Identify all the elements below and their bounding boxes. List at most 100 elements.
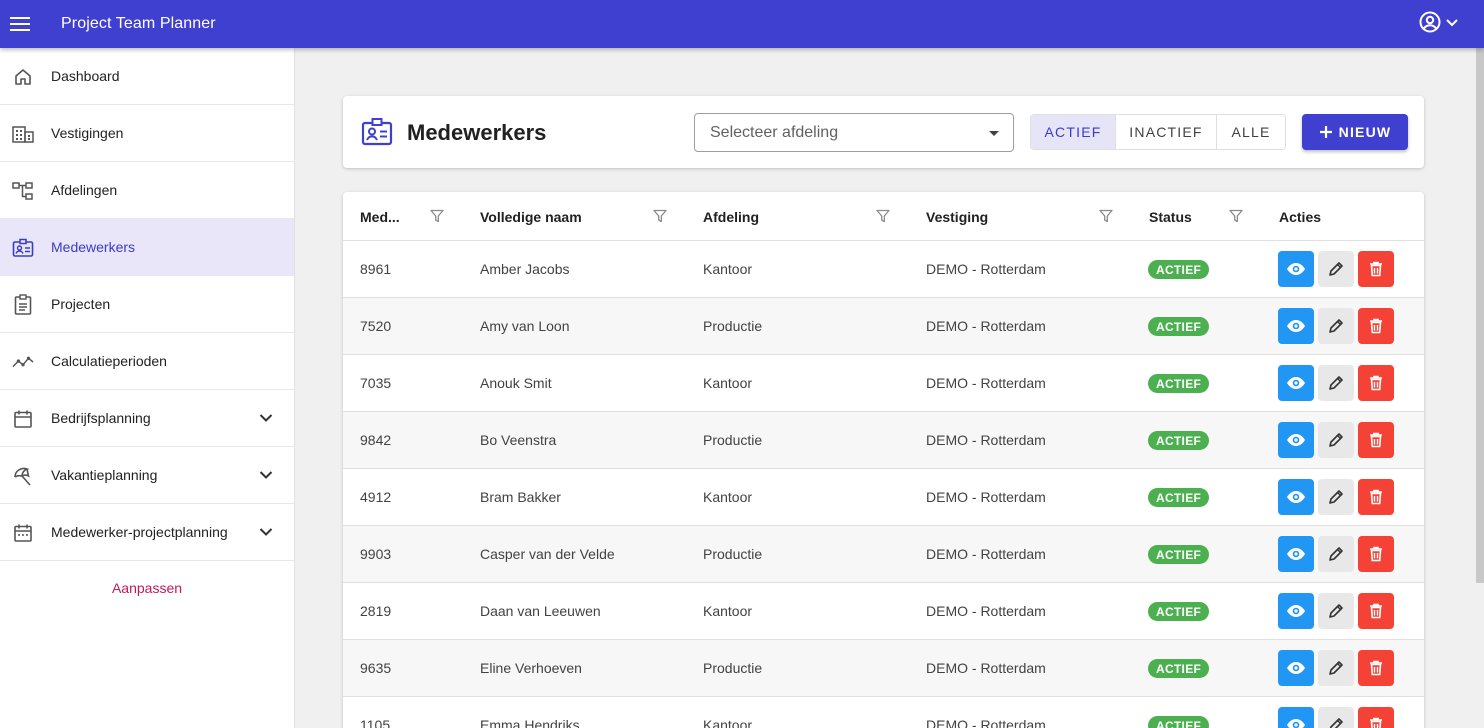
filter-actief-button[interactable]: ACTIEF (1031, 115, 1116, 149)
hamburger-menu-icon (10, 17, 30, 31)
edit-button[interactable] (1318, 365, 1354, 401)
table-row[interactable]: 7035 Anouk Smit Kantoor DEMO - Rotterdam ACT… (343, 355, 1424, 412)
sidebar-item-medewerkers[interactable]: Medewerkers (0, 219, 294, 276)
edit-button[interactable] (1318, 536, 1354, 572)
filter-icon[interactable] (1229, 209, 1243, 223)
delete-button[interactable] (1358, 536, 1394, 572)
pencil-icon (1329, 490, 1343, 504)
sidebar-item-projecten[interactable]: Projecten (0, 276, 294, 333)
app-bar: Project Team Planner (0, 0, 1484, 48)
table-row[interactable]: 2819 Daan van Leeuwen Kantoor DEMO - Rotter… (343, 583, 1424, 640)
view-button[interactable] (1278, 365, 1314, 401)
sidebar-item-afdelingen[interactable]: Afdelingen (0, 162, 294, 219)
menu-button[interactable] (0, 0, 40, 48)
cell-id: 4912 (360, 489, 392, 505)
sidebar-item-vestigingen[interactable]: Vestigingen (0, 105, 294, 162)
sidebar-item-label: Medewerkers (51, 239, 136, 255)
delete-button[interactable] (1358, 479, 1394, 515)
cell-department: Kantoor (703, 261, 753, 277)
eye-icon (1287, 320, 1305, 332)
new-button-label: NIEUW (1338, 124, 1392, 140)
new-employee-button[interactable]: NIEUW (1302, 114, 1408, 150)
table-row[interactable]: 7520 Amy van Loon Productie DEMO - Rotterda… (343, 298, 1424, 355)
edit-button[interactable] (1318, 422, 1354, 458)
column-header-actions: Acties (1279, 209, 1322, 225)
chevron-down-icon[interactable] (258, 410, 274, 426)
view-button[interactable] (1278, 536, 1314, 572)
table-row[interactable]: 1105 Emma Hendriks Kantoor DEMO - Rotterdam… (343, 697, 1424, 728)
id-badge-icon (12, 237, 34, 259)
trash-icon (1370, 489, 1382, 505)
department-select[interactable]: Selecteer afdeling (694, 113, 1014, 152)
delete-button[interactable] (1358, 593, 1394, 629)
employees-table: Med... Volledige naam Afdeling Vestiging… (343, 192, 1424, 728)
main-content: Medewerkers Selecteer afdeling ACTIEF IN… (295, 48, 1484, 728)
chevron-down-icon[interactable] (258, 524, 274, 540)
table-row[interactable]: 9635 Eline Verhoeven Productie DEMO - Rotte… (343, 640, 1424, 697)
table-row[interactable]: 9903 Casper van der Velde Productie DEMO - … (343, 526, 1424, 583)
eye-icon (1287, 263, 1305, 275)
sidebar-item-vakantieplanning[interactable]: Vakantieplanning (0, 447, 294, 504)
sidebar-item-bedrijfsplanning[interactable]: Bedrijfsplanning (0, 390, 294, 447)
table-row[interactable]: 8961 Amber Jacobs Kantoor DEMO - Rotterdam A… (343, 241, 1424, 298)
view-button[interactable] (1278, 707, 1314, 728)
pencil-icon (1329, 319, 1343, 333)
account-menu-button[interactable] (1418, 10, 1460, 34)
chevron-down-icon[interactable] (258, 467, 274, 483)
delete-button[interactable] (1358, 251, 1394, 287)
sidebar-item-label: Vakantieplanning (51, 467, 158, 483)
sidebar-item-label: Bedrijfsplanning (51, 410, 151, 426)
delete-button[interactable] (1358, 365, 1394, 401)
cell-location: DEMO - Rotterdam (926, 603, 1046, 619)
delete-button[interactable] (1358, 707, 1394, 728)
account-circle-icon (1419, 11, 1441, 33)
status-badge: ACTIEF (1148, 260, 1210, 279)
cell-department: Kantoor (703, 489, 753, 505)
view-button[interactable] (1278, 479, 1314, 515)
building-icon (12, 123, 34, 145)
view-button[interactable] (1278, 593, 1314, 629)
edit-button[interactable] (1318, 593, 1354, 629)
view-button[interactable] (1278, 308, 1314, 344)
scrollbar-thumb[interactable] (1476, 48, 1484, 583)
view-button[interactable] (1278, 650, 1314, 686)
delete-button[interactable] (1358, 308, 1394, 344)
department-select-placeholder: Selecteer afdeling (710, 124, 839, 141)
column-header-name[interactable]: Volledige naam (480, 209, 582, 225)
edit-button[interactable] (1318, 479, 1354, 515)
filter-icon[interactable] (430, 209, 444, 223)
cell-name: Emma Hendriks (480, 717, 580, 728)
customize-link[interactable]: Aanpassen (0, 580, 294, 596)
pencil-icon (1329, 661, 1343, 675)
cell-department: Kantoor (703, 603, 753, 619)
edit-button[interactable] (1318, 308, 1354, 344)
view-button[interactable] (1278, 251, 1314, 287)
table-row[interactable]: 4912 Bram Bakker Kantoor DEMO - Rotterdam AC… (343, 469, 1424, 526)
edit-button[interactable] (1318, 251, 1354, 287)
delete-button[interactable] (1358, 422, 1394, 458)
column-header-location[interactable]: Vestiging (926, 209, 988, 225)
column-header-department[interactable]: Afdeling (703, 209, 759, 225)
cell-name: Amy van Loon (480, 318, 570, 334)
column-header-status[interactable]: Status (1149, 209, 1192, 225)
table-row[interactable]: 9842 Bo Veenstra Productie DEMO - Rotterdam… (343, 412, 1424, 469)
filter-alle-button[interactable]: ALLE (1217, 115, 1285, 149)
cell-id: 7520 (360, 318, 392, 334)
sidebar-item-calculatieperioden[interactable]: Calculatieperioden (0, 333, 294, 390)
view-button[interactable] (1278, 422, 1314, 458)
sidebar-item-medewerker-projectplanning[interactable]: Medewerker-projectplanning (0, 504, 294, 561)
sidebar-item-label: Medewerker-projectplanning (51, 524, 228, 540)
cell-department: Productie (703, 318, 763, 334)
edit-button[interactable] (1318, 707, 1354, 728)
status-badge: ACTIEF (1148, 659, 1210, 678)
filter-icon[interactable] (653, 209, 667, 223)
column-header-id[interactable]: Med... (360, 209, 400, 225)
filter-icon[interactable] (1099, 209, 1113, 223)
cell-location: DEMO - Rotterdam (926, 432, 1046, 448)
sidebar-item-dashboard[interactable]: Dashboard (0, 48, 294, 105)
edit-button[interactable] (1318, 650, 1354, 686)
calendar-icon (12, 408, 34, 430)
filter-inactief-button[interactable]: INACTIEF (1116, 115, 1217, 149)
delete-button[interactable] (1358, 650, 1394, 686)
filter-icon[interactable] (876, 209, 890, 223)
